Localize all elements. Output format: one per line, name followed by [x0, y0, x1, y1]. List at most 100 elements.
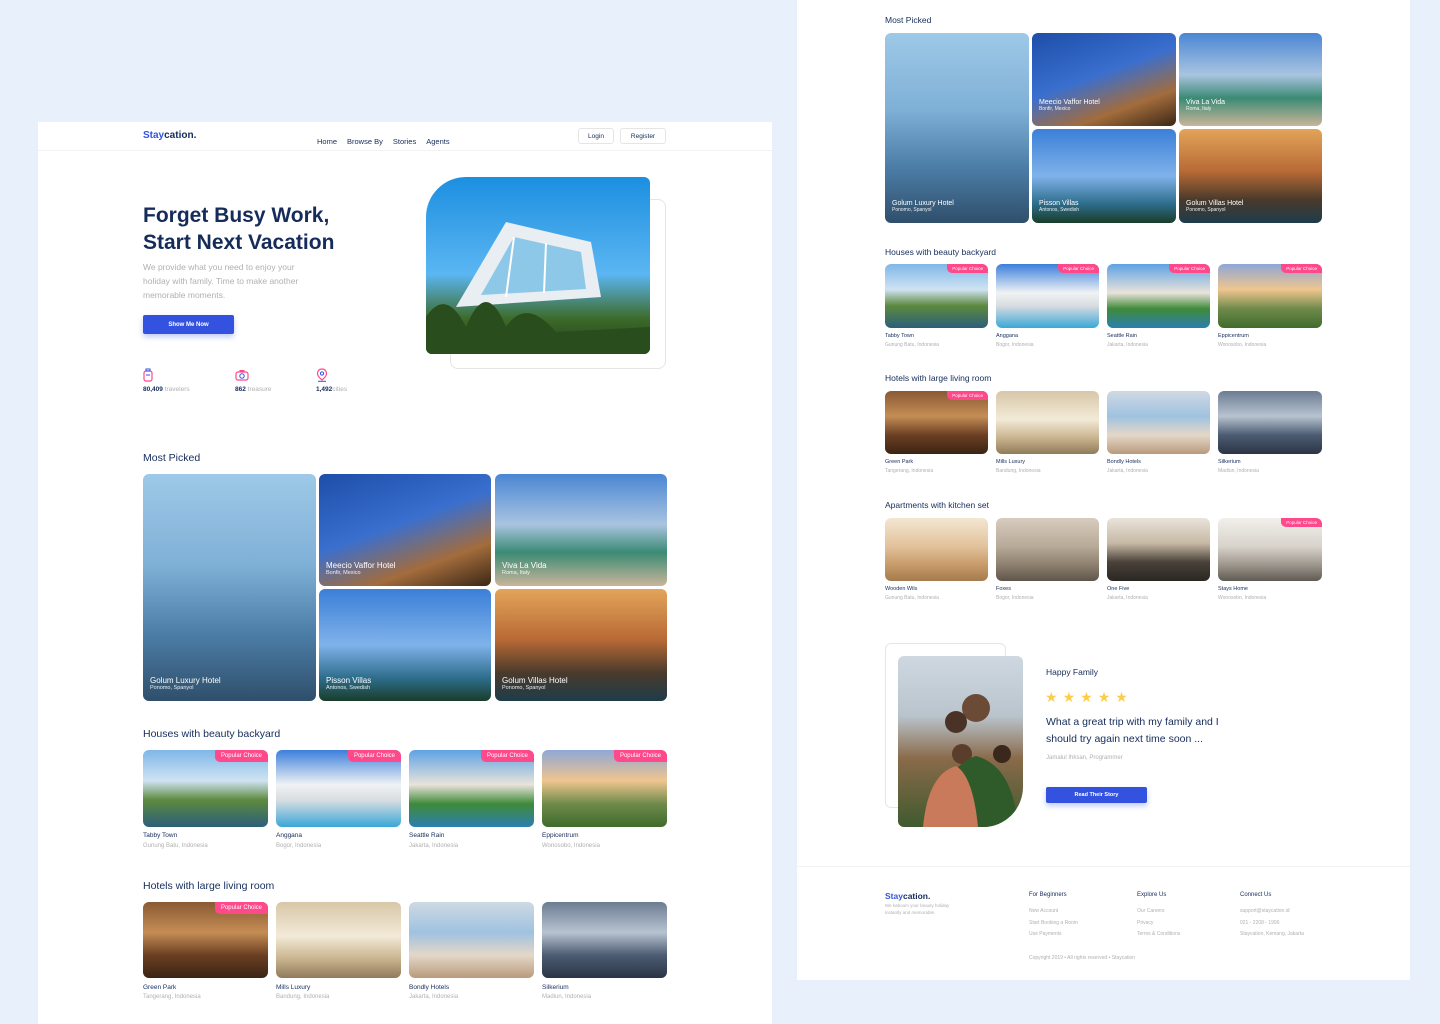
- item-location: Jakarta, Indonesia: [1107, 468, 1148, 474]
- brand-logo[interactable]: Staycation.: [143, 130, 196, 141]
- footer-brand-logo[interactable]: Staycation.: [885, 891, 930, 901]
- nav-stories[interactable]: Stories: [393, 137, 416, 146]
- kitchen-title: Apartments with kitchen set: [885, 500, 989, 510]
- item-location: Wonosobo, Indonesia: [1218, 595, 1267, 601]
- footer-link[interactable]: Our Careers: [1137, 906, 1180, 918]
- kitchen-card[interactable]: [885, 518, 988, 581]
- item-name: One Five: [1107, 586, 1130, 592]
- item-name: Anggana: [996, 333, 1019, 339]
- item-location: Jakarta, Indonesia: [1107, 342, 1148, 348]
- backyard-card[interactable]: Popular Choice: [276, 750, 401, 827]
- item-location: Wonosobo, Indonesia: [542, 843, 600, 849]
- most-picked-card[interactable]: Golum Luxury Hotel Ponomo, Spanyol: [143, 474, 316, 701]
- item-name: Eppicentrum: [1218, 333, 1249, 339]
- footer-col-title: Connect Us: [1240, 892, 1272, 898]
- footer-link[interactable]: New Account: [1029, 906, 1078, 918]
- camera-icon: [235, 370, 249, 381]
- living-room-card[interactable]: [409, 902, 534, 978]
- backyard-card[interactable]: Popular Choice: [996, 264, 1099, 328]
- testimonial-title: Happy Family: [1046, 667, 1098, 677]
- living-room-card[interactable]: [542, 902, 667, 978]
- most-picked-card[interactable]: Meecio Vaffor Hotel Bonfir, Mexico: [1032, 33, 1176, 126]
- item-location: Jakarta, Indonesia: [409, 994, 459, 1000]
- footer-link[interactable]: Use Payments: [1029, 929, 1078, 941]
- show-me-now-button[interactable]: Show Me Now: [143, 315, 234, 334]
- living-room-card[interactable]: [1218, 391, 1322, 454]
- read-their-story-button[interactable]: Read Their Story: [1046, 787, 1147, 803]
- backyard-card[interactable]: Popular Choice: [885, 264, 988, 328]
- item-location: Bogor, Indonesia: [276, 843, 322, 849]
- footer-links: support@staycation.id 021 - 2208 - 1996 …: [1240, 906, 1304, 941]
- most-picked-card[interactable]: Golum Luxury Hotel Ponomo, Spanyol: [885, 33, 1029, 223]
- family-illustration: [923, 694, 1018, 827]
- stat-treasure: 862 treasure: [235, 368, 272, 393]
- backyard-card[interactable]: Popular Choice: [143, 750, 268, 827]
- item-location: Jakarta, Indonesia: [1107, 595, 1148, 601]
- backyard-card[interactable]: Popular Choice: [1107, 264, 1210, 328]
- backyard-card[interactable]: Popular Choice: [1218, 264, 1322, 328]
- item-name: Silkerium: [542, 984, 569, 991]
- item-name: Anggana: [276, 832, 303, 839]
- star-icon: ★: [1097, 689, 1116, 705]
- item-name: Green Park: [143, 984, 177, 991]
- nav-agents[interactable]: Agents: [426, 137, 449, 146]
- star-icon: ★: [1045, 689, 1063, 705]
- most-picked-card[interactable]: Golum Villas Hotel Ponomo, Spanyol: [1179, 129, 1322, 223]
- living-room-card[interactable]: [276, 902, 401, 978]
- most-picked-card[interactable]: Viva La Vida Roma, Italy: [495, 474, 667, 586]
- footer-tagline: We kaboom your beauty holiday instantly …: [885, 903, 950, 915]
- footer-link[interactable]: Staycation, Kemang, Jakarta: [1240, 929, 1304, 941]
- testimonial-quote: What a great trip with my family and I s…: [1046, 716, 1219, 745]
- footer-divider: [797, 866, 1410, 867]
- traveler-icon: [143, 368, 153, 382]
- footer-links: Our Careers Privacy Terms & Conditions: [1137, 906, 1180, 941]
- footer-link[interactable]: Privacy: [1137, 918, 1180, 930]
- item-name: Bondly Hotels: [409, 984, 450, 991]
- item-name: Seattle Rain: [1107, 333, 1137, 339]
- main-nav: Home Browse By Stories Agents: [317, 131, 460, 149]
- item-location: Madiun, Indonesia: [1218, 468, 1259, 474]
- nav-home[interactable]: Home: [317, 137, 337, 146]
- most-picked-card[interactable]: Pisson Villas Antonos, Swedish: [319, 589, 491, 701]
- footer-link[interactable]: Terms & Conditions: [1137, 929, 1180, 941]
- header-divider: [38, 150, 772, 151]
- backyard-card[interactable]: Popular Choice: [409, 750, 534, 827]
- most-picked-card[interactable]: Meecio Vaffor Hotel Bonfir, Mexico: [319, 474, 491, 586]
- star-icon: ★: [1080, 689, 1098, 705]
- living-room-title: Hotels with large living room: [885, 373, 992, 383]
- item-name: Green Park: [885, 459, 914, 465]
- most-picked-card[interactable]: Golum Villas Hotel Ponomo, Spanyol: [495, 589, 667, 701]
- kitchen-card[interactable]: [996, 518, 1099, 581]
- most-picked-card[interactable]: Pisson Villas Antonos, Swedish: [1032, 129, 1176, 223]
- most-picked-title: Most Picked: [885, 15, 932, 25]
- living-room-card[interactable]: Popular Choice: [143, 902, 268, 978]
- living-room-title: Hotels with large living room: [143, 880, 275, 892]
- nav-browse-by[interactable]: Browse By: [347, 137, 383, 146]
- footer-link[interactable]: support@staycation.id: [1240, 906, 1304, 918]
- footer-link[interactable]: 021 - 2208 - 1996: [1240, 918, 1304, 930]
- living-room-card[interactable]: [1107, 391, 1210, 454]
- item-name: Silkerium: [1218, 459, 1241, 465]
- footer-link[interactable]: Start Booking a Room: [1029, 918, 1078, 930]
- item-name: Foxes: [996, 586, 1011, 592]
- kitchen-card[interactable]: [1107, 518, 1210, 581]
- login-button[interactable]: Login: [578, 128, 614, 144]
- testimonial-author: Jamalul Ihksan, Programmer: [1046, 755, 1123, 761]
- star-icon: ★: [1062, 689, 1081, 705]
- living-room-card[interactable]: [996, 391, 1099, 454]
- item-name: Bondly Hotels: [1107, 459, 1141, 465]
- item-name: Stays Home: [1218, 586, 1248, 592]
- kitchen-card[interactable]: Popular Choice: [1218, 518, 1322, 581]
- item-name: Mills Luxury: [276, 984, 311, 991]
- hero-building-illustration: [426, 222, 650, 354]
- register-button[interactable]: Register: [620, 128, 666, 144]
- landing-page-left: Staycation. Home Browse By Stories Agents L…: [38, 122, 772, 1024]
- most-picked-card[interactable]: Viva La Vida Roma, Italy: [1179, 33, 1322, 126]
- item-location: Gunung Batu, Indonesia: [885, 595, 939, 601]
- backyard-card[interactable]: Popular Choice: [542, 750, 667, 827]
- living-room-card[interactable]: Popular Choice: [885, 391, 988, 454]
- item-name: Wooden Wils: [885, 586, 918, 592]
- footer-copyright: Copyright 2019 • All rights reserved • S…: [1029, 955, 1136, 961]
- item-name: Eppicentrum: [542, 832, 579, 839]
- item-name: Mills Luxury: [996, 459, 1026, 465]
